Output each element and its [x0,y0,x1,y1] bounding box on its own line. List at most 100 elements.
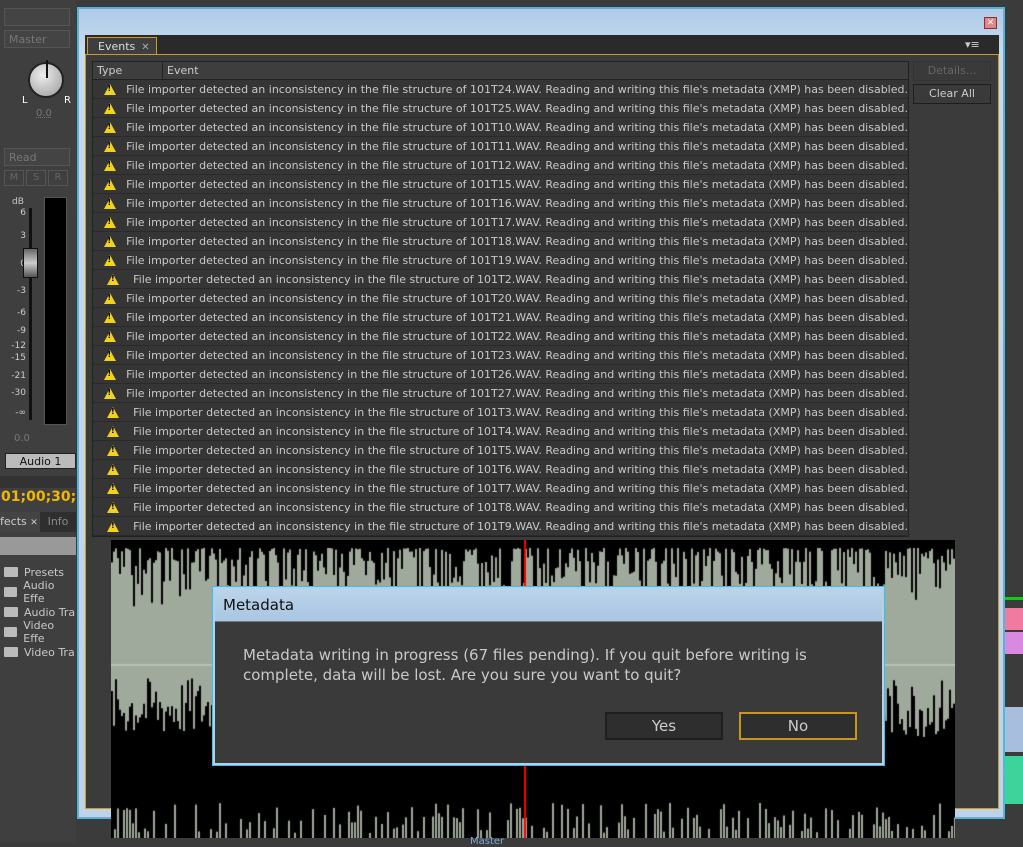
channel-output-select[interactable]: Master [4,30,70,48]
db-tick: -3 [17,286,26,296]
automation-mode-select[interactable]: Read [4,148,70,166]
db-label: dB [12,197,24,207]
warning-icon [93,235,126,247]
master-track-label: Master [470,836,505,847]
warning-icon [93,501,133,513]
table-row[interactable]: File importer detected an inconsistency … [93,460,908,479]
warning-icon [93,159,126,171]
volume-value[interactable]: 0.0 [14,433,30,444]
warning-icon [93,273,133,285]
timeline-clip[interactable] [1005,707,1023,752]
table-row[interactable]: File importer detected an inconsistency … [93,517,908,536]
close-icon[interactable]: ✕ [30,518,38,528]
db-tick: -30 [11,388,26,398]
effects-search-input[interactable] [0,537,76,555]
timeline-clip[interactable] [1005,608,1023,630]
db-tick: 6 [20,208,26,218]
table-row[interactable]: File importer detected an inconsistency … [93,194,908,213]
table-row[interactable]: File importer detected an inconsistency … [93,270,908,289]
record-button[interactable]: R [48,170,68,186]
warning-icon [93,330,126,342]
tree-item-audio-effects[interactable]: Audio Effe [4,579,76,605]
table-row[interactable]: File importer detected an inconsistency … [93,384,908,403]
warning-icon [93,482,133,494]
warning-icon [93,463,133,475]
solo-button[interactable]: S [26,170,46,186]
event-message: File importer detected an inconsistency … [126,253,908,267]
panel-menu-icon[interactable]: ▾≡ [965,38,980,51]
mute-button[interactable]: M [4,170,24,186]
event-message: File importer detected an inconsistency … [133,519,908,533]
horizontal-scrollbar[interactable] [0,476,76,488]
event-message: File importer detected an inconsistency … [126,196,908,210]
folder-icon [4,567,18,577]
close-icon[interactable]: ✕ [141,42,149,53]
folder-icon [4,587,18,597]
event-message: File importer detected an inconsistency … [133,462,908,476]
channel-field-empty[interactable] [4,8,70,26]
event-message: File importer detected an inconsistency … [133,424,908,438]
table-row[interactable]: File importer detected an inconsistency … [93,118,908,137]
pan-value[interactable]: 0.0 [36,108,52,119]
db-tick: -9 [17,326,26,336]
event-message: File importer detected an inconsistency … [126,82,908,96]
table-row[interactable]: File importer detected an inconsistency … [93,251,908,270]
timeline-clip[interactable] [1005,632,1023,654]
event-message: File importer detected an inconsistency … [133,443,908,457]
column-event[interactable]: Event [163,62,199,79]
table-row[interactable]: File importer detected an inconsistency … [93,365,908,384]
tab-effects-label: fects [0,515,27,528]
table-header: Type Event [93,62,908,80]
table-row[interactable]: File importer detected an inconsistency … [93,80,908,99]
table-row[interactable]: File importer detected an inconsistency … [93,137,908,156]
table-row[interactable]: File importer detected an inconsistency … [93,422,908,441]
table-row[interactable]: File importer detected an inconsistency … [93,213,908,232]
folder-icon [4,607,18,617]
folder-icon [4,627,18,637]
tab-events[interactable]: Events ✕ [87,37,157,55]
window-close-button[interactable]: ✕ [984,17,997,29]
tab-info[interactable]: Info [40,512,76,532]
table-row[interactable]: File importer detected an inconsistency … [93,441,908,460]
tab-effects[interactable]: fects ✕ [0,512,40,532]
metadata-dialog: Metadata Metadata writing in progress (6… [213,587,884,765]
tree-item-label: Video Tra [24,645,75,659]
timeline-clip[interactable] [1005,756,1023,804]
table-row[interactable]: File importer detected an inconsistency … [93,232,908,251]
details-button[interactable]: Details... [913,61,991,81]
table-row[interactable]: File importer detected an inconsistency … [93,498,908,517]
warning-icon [93,387,126,399]
volume-fader[interactable] [23,248,38,278]
table-row[interactable]: File importer detected an inconsistency … [93,308,908,327]
no-button[interactable]: No [739,712,857,740]
table-row[interactable]: File importer detected an inconsistency … [93,156,908,175]
track-name[interactable]: Audio 1 [5,453,76,469]
yes-button[interactable]: Yes [605,712,723,740]
event-message: File importer detected an inconsistency … [126,329,908,343]
db-tick: -∞ [15,408,26,418]
table-row[interactable]: File importer detected an inconsistency … [93,346,908,365]
event-message: File importer detected an inconsistency … [126,139,908,153]
column-type[interactable]: Type [93,62,163,79]
event-message: File importer detected an inconsistency … [133,405,908,419]
events-table: Type Event File importer detected an inc… [92,61,909,537]
event-message: File importer detected an inconsistency … [126,215,908,229]
tree-item-label: Presets [24,565,65,579]
db-tick: -6 [17,308,26,318]
table-row[interactable]: File importer detected an inconsistency … [93,479,908,498]
tree-item-video-effects[interactable]: Video Effe [4,619,76,645]
pan-knob[interactable] [28,60,64,98]
db-tick: -21 [11,371,26,381]
event-message: File importer detected an inconsistency … [126,386,908,400]
render-bar [1005,597,1023,600]
clear-all-button[interactable]: Clear All [913,84,991,104]
pan-left-label: L [22,95,28,106]
table-row[interactable]: File importer detected an inconsistency … [93,327,908,346]
level-meter [44,197,67,425]
warning-icon [93,444,133,456]
table-row[interactable]: File importer detected an inconsistency … [93,175,908,194]
table-row[interactable]: File importer detected an inconsistency … [93,99,908,118]
table-row[interactable]: File importer detected an inconsistency … [93,289,908,308]
tree-item-video-transitions[interactable]: Video Tra [4,642,75,662]
table-row[interactable]: File importer detected an inconsistency … [93,403,908,422]
